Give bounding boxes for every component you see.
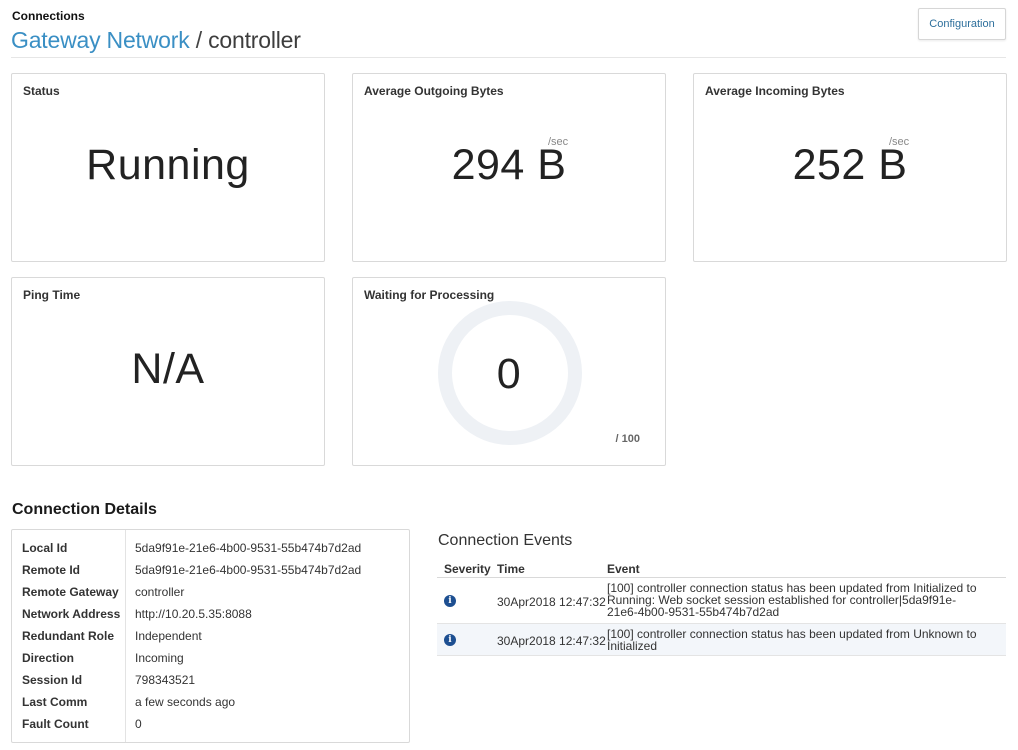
incoming-bytes-unit: /sec [889,136,910,148]
event-message: [100] controller connection status has b… [607,581,977,619]
detail-key: Network Address [22,607,121,621]
detail-value: 798343521 [135,673,196,687]
outgoing-bytes-unit: /sec [548,136,569,148]
connection-details-heading: Connection Details [12,501,157,518]
detail-row-network-address: Network Address http://10.20.5.35:8088 [12,603,409,625]
status-card-title: Status [23,84,60,98]
status-card: Status Running [11,73,325,262]
detail-key: Fault Count [22,717,89,731]
table-row[interactable]: i 30Apr2018 12:47:32 [100] controller co… [437,624,1006,656]
waiting-value: 0 [496,350,522,398]
events-table-header: Severity Time Event [437,558,1006,578]
incoming-bytes-value: 252 B [792,141,908,189]
detail-key: Remote Gateway [22,585,119,599]
column-header-time[interactable]: Time [497,562,525,576]
detail-key: Remote Id [22,563,81,577]
detail-row-remote-gateway: Remote Gateway controller [12,581,409,603]
detail-key: Local Id [22,541,68,555]
ping-time-card: Ping Time N/A [11,277,325,466]
detail-value: 0 [135,717,142,731]
outgoing-bytes-value: 294 B [451,141,567,189]
event-time: 30Apr2018 12:47:32 [497,634,606,648]
breadcrumb-current: controller [208,27,301,53]
detail-key: Direction [22,651,75,665]
event-time: 30Apr2018 12:47:32 [497,595,606,609]
waiting-for-processing-card: Waiting for Processing 0 / 100 [352,277,666,466]
configuration-button[interactable]: Configuration [918,8,1006,40]
outgoing-bytes-title: Average Outgoing Bytes [364,84,504,98]
detail-value: a few seconds ago [135,695,236,709]
event-message: [100] controller connection status has b… [607,627,977,653]
section-label: Connections [12,9,85,23]
detail-row-remote-id: Remote Id 5da9f91e-21e6-4b00-9531-55b474b… [12,559,409,581]
breadcrumb-link-gateway-network[interactable]: Gateway Network [11,27,190,53]
connection-events-table: Severity Time Event i 30Apr2018 12:47:32… [437,558,1006,656]
column-header-event[interactable]: Event [607,562,640,576]
detail-key: Redundant Role [22,629,114,643]
detail-row-local-id: Local Id 5da9f91e-21e6-4b00-9531-55b474b7… [12,537,409,559]
incoming-bytes-card: Average Incoming Bytes 252 B /sec [693,73,1007,262]
status-value: Running [86,141,250,189]
detail-key: Last Comm [22,695,88,709]
detail-key: Session Id [22,673,83,687]
detail-value: http://10.20.5.35:8088 [135,607,252,621]
detail-row-fault-count: Fault Count 0 [12,713,409,735]
breadcrumb-separator: / [189,27,209,53]
detail-row-redundant-role: Redundant Role Independent [12,625,409,647]
outgoing-bytes-card: Average Outgoing Bytes 294 B /sec [352,73,666,262]
connection-details-table: Local Id 5da9f91e-21e6-4b00-9531-55b474b7… [11,529,410,743]
info-icon: i [444,595,456,607]
connection-events-heading: Connection Events [438,532,573,549]
ping-time-title: Ping Time [23,288,81,302]
info-icon: i [444,634,456,646]
detail-value: controller [135,585,185,599]
table-row[interactable]: i 30Apr2018 12:47:32 [100] controller co… [437,578,1006,624]
header-divider [11,57,1006,58]
ping-time-value: N/A [131,345,205,393]
detail-row-last-comm: Last Comm a few seconds ago [12,691,409,713]
detail-row-session-id: Session Id 798343521 [12,669,409,691]
waiting-max: / 100 [615,433,640,445]
incoming-bytes-title: Average Incoming Bytes [705,84,845,98]
detail-value: Incoming [135,651,184,665]
breadcrumb: Gateway Network / controller [11,27,301,54]
detail-row-direction: Direction Incoming [12,647,409,669]
detail-value: Independent [135,629,202,643]
detail-value: 5da9f91e-21e6-4b00-9531-55b474b7d2ad [135,541,362,555]
column-header-severity[interactable]: Severity [444,562,491,576]
detail-value: 5da9f91e-21e6-4b00-9531-55b474b7d2ad [135,563,362,577]
